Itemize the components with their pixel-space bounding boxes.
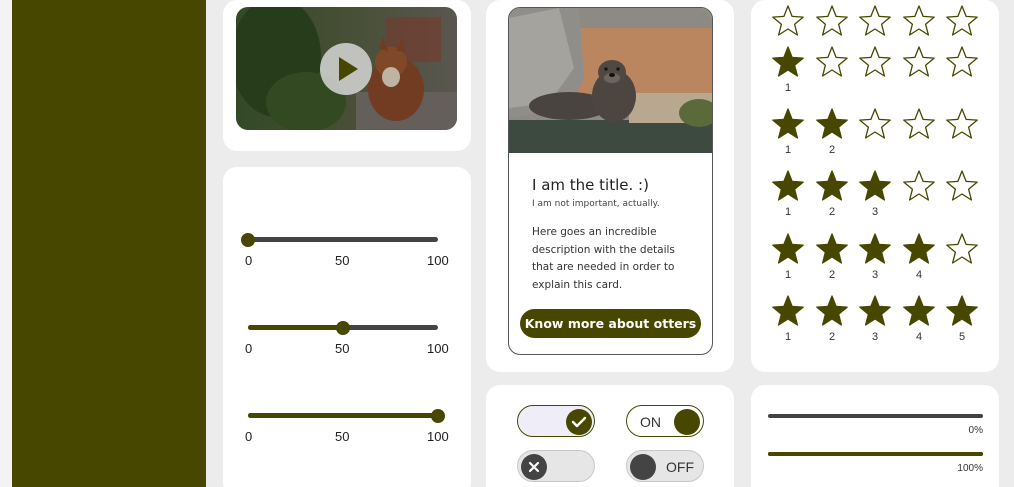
slider-handle[interactable] [336, 321, 350, 335]
star-number-label: 2 [828, 144, 836, 156]
know-more-button[interactable]: Know more about otters [520, 309, 701, 338]
check-icon [571, 416, 587, 428]
slider-3[interactable] [248, 406, 445, 426]
star-icon[interactable] [771, 294, 805, 328]
star-number-label: 2 [828, 206, 836, 218]
star-icon[interactable] [771, 169, 805, 203]
toggle-label: OFF [666, 459, 694, 475]
star-icon[interactable] [902, 232, 936, 266]
progress-bar [768, 452, 983, 456]
toggle-knob [521, 454, 547, 480]
star-icon[interactable] [858, 169, 892, 203]
slider-min-label: 0 [245, 253, 253, 268]
star-number-label: 2 [828, 331, 836, 343]
star-ratings-card: 1 1 2 1 2 3 1 2 3 4 1 2 3 4 5 [751, 0, 999, 372]
sidebar [12, 0, 206, 487]
toggles-card: ON OFF [486, 385, 734, 487]
star-number-label: 5 [958, 331, 966, 343]
card-description: Here goes an incredible description with… [532, 226, 675, 291]
star-number-label: 1 [784, 82, 792, 94]
sliders-card: 0 50 100 0 50 100 0 50 100 [223, 167, 471, 487]
star-icon[interactable] [902, 45, 936, 79]
progress-card: 0% 100% [751, 385, 999, 487]
star-icon[interactable] [815, 45, 849, 79]
star-number-label: 3 [871, 206, 879, 218]
star-icon[interactable] [815, 107, 849, 141]
off-toggle[interactable]: OFF [626, 450, 704, 482]
slider-track [248, 237, 438, 242]
slider-mid-label: 50 [335, 429, 350, 444]
star-icon[interactable] [858, 232, 892, 266]
star-number-label: 4 [915, 269, 923, 281]
star-number-label: 4 [915, 331, 923, 343]
page-edge [0, 0, 12, 487]
toggle-knob [630, 454, 656, 480]
star-number-label: 1 [784, 144, 792, 156]
play-icon [339, 57, 358, 81]
star-icon[interactable] [945, 107, 979, 141]
progress-label: 0% [968, 425, 983, 436]
star-icon[interactable] [945, 45, 979, 79]
star-icon[interactable] [815, 169, 849, 203]
star-number-label: 3 [871, 269, 879, 281]
star-icon[interactable] [815, 294, 849, 328]
star-icon[interactable] [945, 169, 979, 203]
otter-card-panel: I am the title. :) I am not important, a… [486, 0, 734, 372]
slider-min-label: 0 [245, 429, 253, 444]
star-icon[interactable] [771, 107, 805, 141]
close-toggle[interactable] [517, 450, 595, 482]
card-title: I am the title. :) [532, 176, 649, 194]
slider-mid-label: 50 [335, 341, 350, 356]
toggle-label: ON [640, 414, 661, 430]
play-button[interactable] [320, 43, 372, 95]
star-icon[interactable] [945, 232, 979, 266]
toggle-knob [674, 409, 700, 435]
slider-mid-label: 50 [335, 253, 350, 268]
star-icon[interactable] [771, 45, 805, 79]
star-number-label: 3 [871, 331, 879, 343]
star-icon[interactable] [902, 107, 936, 141]
star-icon[interactable] [815, 4, 849, 38]
slider-max-label: 100 [427, 253, 449, 268]
star-icon[interactable] [858, 107, 892, 141]
star-icon[interactable] [858, 4, 892, 38]
star-icon[interactable] [945, 4, 979, 38]
slider-max-label: 100 [427, 429, 449, 444]
star-icon[interactable] [858, 294, 892, 328]
on-toggle[interactable]: ON [626, 405, 704, 437]
slider-fill [248, 413, 438, 418]
star-icon[interactable] [902, 169, 936, 203]
close-icon [528, 461, 540, 473]
star-number-label: 1 [784, 206, 792, 218]
progress-fill [768, 452, 983, 456]
star-icon[interactable] [902, 4, 936, 38]
star-icon[interactable] [771, 4, 805, 38]
star-icon[interactable] [902, 294, 936, 328]
slider-2[interactable] [248, 318, 438, 338]
slider-handle[interactable] [431, 409, 445, 423]
otter-card: I am the title. :) I am not important, a… [508, 7, 713, 355]
otter-image [509, 8, 712, 153]
check-toggle[interactable] [517, 405, 595, 437]
slider-handle[interactable] [241, 233, 255, 247]
star-number-label: 2 [828, 269, 836, 281]
slider-min-label: 0 [245, 341, 253, 356]
progress-label: 100% [957, 463, 983, 474]
star-number-label: 1 [784, 331, 792, 343]
progress-bar [768, 414, 983, 418]
star-icon[interactable] [771, 232, 805, 266]
star-icon[interactable] [858, 45, 892, 79]
slider-fill [248, 325, 343, 330]
star-number-label: 1 [784, 269, 792, 281]
card-subtitle: I am not important, actually. [532, 199, 660, 209]
star-icon[interactable] [815, 232, 849, 266]
slider-max-label: 100 [427, 341, 449, 356]
toggle-knob [566, 409, 592, 435]
star-icon[interactable] [945, 294, 979, 328]
slider-1[interactable] [241, 230, 438, 250]
